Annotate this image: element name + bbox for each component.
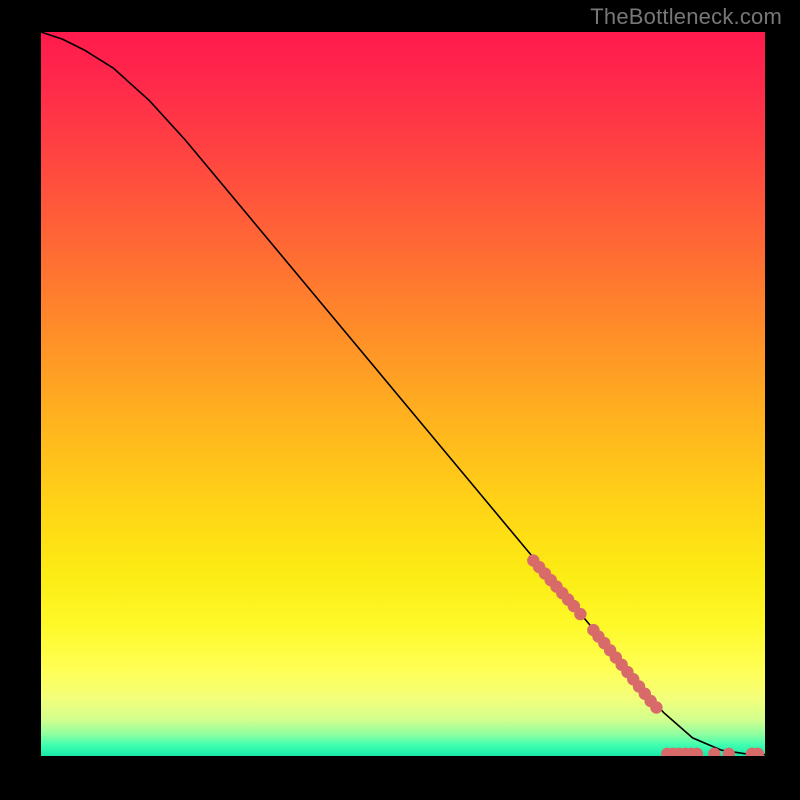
chart-stage: TheBottleneck.com <box>0 0 800 800</box>
plot-area <box>41 32 765 756</box>
scatter-dot <box>574 608 586 620</box>
chart-svg <box>41 32 765 756</box>
attribution-label: TheBottleneck.com <box>590 4 782 30</box>
scatter-group <box>527 554 764 756</box>
scatter-dot <box>650 701 662 713</box>
scatter-dot <box>723 748 735 756</box>
curve-line <box>41 32 765 755</box>
